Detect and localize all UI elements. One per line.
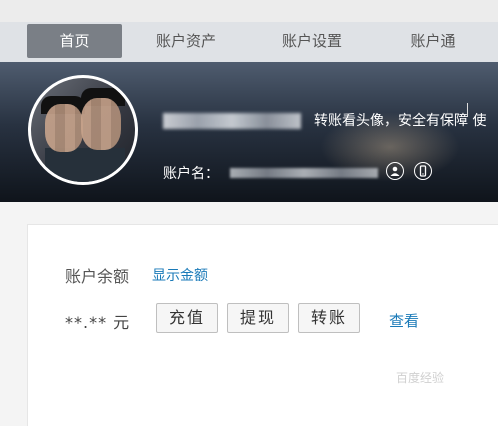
tab-account-settings[interactable]: 账户设置 xyxy=(262,24,362,58)
avatar-slogan: 转账看头像，安全有保障 使 xyxy=(314,113,487,129)
lower-panel xyxy=(27,397,498,426)
show-amount-link[interactable]: 显示金额 xyxy=(152,265,208,285)
account-name-blurred xyxy=(230,168,378,178)
username-blurred xyxy=(163,113,301,129)
tab-account-assets[interactable]: 账户资产 xyxy=(136,24,236,58)
avatar-body xyxy=(45,148,125,182)
withdraw-button[interactable]: 提现 xyxy=(227,303,289,333)
transfer-button[interactable]: 转账 xyxy=(298,303,360,333)
separator xyxy=(467,103,468,117)
user-icon[interactable] xyxy=(386,162,404,180)
account-name-label: 账户名： xyxy=(163,166,219,182)
balance-amount: **.** 元 xyxy=(65,313,131,332)
view-link[interactable]: 查看 xyxy=(389,310,419,331)
avatar-face-pixelated xyxy=(45,104,83,152)
top-nav: 首页 账户资产 账户设置 账户通 xyxy=(0,0,498,62)
watermark: 百度经验 xyxy=(396,371,445,385)
recharge-button[interactable]: 充值 xyxy=(156,303,218,333)
profile-banner: 转账看头像，安全有保障 使 账户名： xyxy=(0,62,498,202)
tab-account-link[interactable]: 账户通 xyxy=(393,24,473,58)
tab-home[interactable]: 首页 xyxy=(27,24,122,58)
avatar[interactable] xyxy=(28,75,138,185)
phone-icon[interactable] xyxy=(414,162,432,180)
balance-label: 账户余额 xyxy=(65,267,130,286)
avatar-face-pixelated xyxy=(81,98,121,150)
